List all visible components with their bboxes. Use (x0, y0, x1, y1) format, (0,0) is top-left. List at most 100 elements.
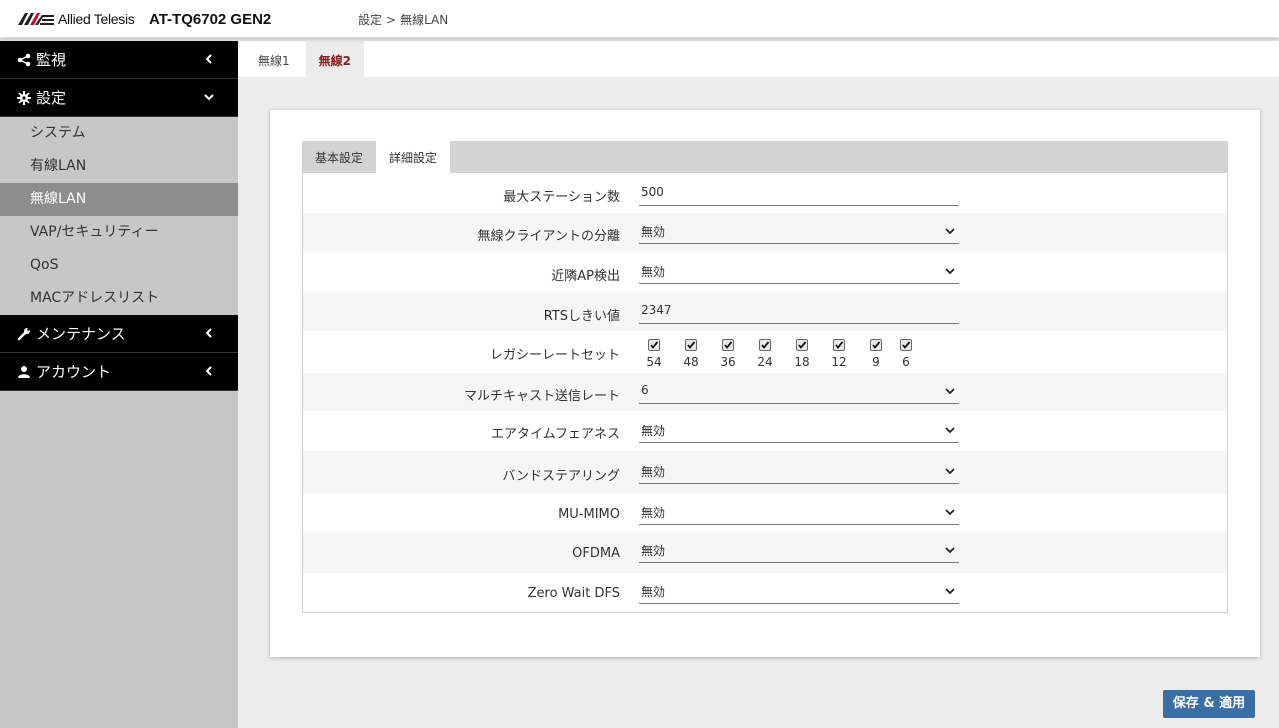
legacy-rate-checkbox-6[interactable] (900, 339, 912, 351)
sidebar-section-account[interactable]: アカウント (0, 353, 238, 391)
multicast-rate-select[interactable]: 6 (639, 380, 959, 404)
check-icon (871, 340, 881, 350)
wrench-icon (16, 326, 32, 342)
legacy-rate-checkbox-54[interactable] (648, 339, 660, 351)
sidebar-item-system[interactable]: システム (0, 117, 238, 150)
legacy-rate-label: 36 (716, 355, 740, 369)
legacy-rate-label: 18 (790, 355, 814, 369)
sidebar: 監視 設定 システム 有線LAN 無線LAN VAP/セキュリティー QoS M… (0, 41, 238, 728)
check-icon (901, 340, 911, 350)
form-row-mu-mimo: MU-MIMO 無効 (303, 494, 1227, 532)
chevron-down-icon (944, 585, 956, 597)
share-icon (16, 52, 32, 68)
chevron-left-icon (202, 326, 216, 340)
ofdma-value: 無効 (641, 542, 665, 559)
form-row-max-stations: 最大ステーション数 500 (303, 173, 1227, 213)
sidebar-section-settings[interactable]: 設定 (0, 79, 238, 117)
form-row-band-steering: バンドステアリング 無効 (303, 451, 1227, 494)
client-isolation-select[interactable]: 無効 (639, 220, 959, 244)
tab-basic-settings[interactable]: 基本設定 (302, 141, 376, 173)
form-row-airtime-fairness: エアタイムフェアネス 無効 (303, 411, 1227, 451)
client-isolation-label: 無線クライアントの分離 (478, 225, 620, 244)
form-row-multicast-rate: マルチキャスト送信レート 6 (303, 373, 1227, 411)
chevron-left-icon (202, 52, 216, 66)
sidebar-item-mac-address-list[interactable]: MACアドレスリスト (0, 282, 238, 315)
zero-wait-dfs-value: 無効 (641, 583, 665, 600)
logo-text: Allied Telesis (58, 11, 134, 27)
sidebar-item-wireless-lan[interactable]: 無線LAN (0, 183, 238, 216)
band-steering-value: 無効 (641, 463, 665, 480)
ofdma-label: OFDMA (572, 546, 620, 561)
neighbor-ap-select[interactable]: 無効 (639, 260, 959, 284)
ofdma-select[interactable]: 無効 (639, 539, 959, 563)
airtime-fairness-label: エアタイムフェアネス (491, 423, 620, 442)
breadcrumb-separator: > (386, 13, 396, 27)
allied-telesis-logo-icon (18, 12, 54, 26)
tab-advanced-settings[interactable]: 詳細設定 (376, 141, 450, 173)
legacy-rate-label: 48 (679, 355, 703, 369)
zero-wait-dfs-label: Zero Wait DFS (528, 586, 620, 601)
tab-radio-1[interactable]: 無線1 (238, 41, 306, 77)
check-icon (723, 340, 733, 350)
mu-mimo-label: MU-MIMO (558, 507, 620, 522)
sidebar-section-monitor[interactable]: 監視 (0, 41, 238, 79)
max-stations-value: 500 (641, 185, 664, 199)
check-icon (834, 340, 844, 350)
legacy-rate-checkbox-36[interactable] (722, 339, 734, 351)
check-icon (686, 340, 696, 350)
legacy-rate-label: 54 (642, 355, 666, 369)
chevron-down-icon (944, 465, 956, 477)
form-row-client-isolation: 無線クライアントの分離 無効 (303, 213, 1227, 252)
breadcrumb-item-wireless-lan: 無線LAN (400, 13, 448, 27)
max-stations-input[interactable]: 500 (639, 182, 959, 206)
sidebar-item-qos[interactable]: QoS (0, 249, 238, 282)
chevron-down-icon (202, 90, 216, 104)
sidebar-section-label: アカウント (36, 361, 111, 382)
band-steering-label: バンドステアリング (502, 465, 620, 484)
rts-label: RTSしきい値 (544, 305, 620, 324)
legacy-rate-checkbox-9[interactable] (870, 339, 882, 351)
device-name: AT-TQ6702 GEN2 (149, 11, 271, 28)
legacy-rate-label: 6 (894, 355, 918, 369)
form-row-zero-wait-dfs: Zero Wait DFS 無効 (303, 573, 1227, 612)
form-row-rts: RTSしきい値 2347 (303, 292, 1227, 331)
chevron-down-icon (944, 225, 956, 237)
rts-threshold-input[interactable]: 2347 (639, 300, 959, 324)
legacy-rate-checkbox-12[interactable] (833, 339, 845, 351)
client-isolation-value: 無効 (641, 223, 665, 240)
radio-tabs: 無線1 無線2 (238, 41, 1279, 77)
header-bar: Allied Telesis AT-TQ6702 GEN2 設定>無線LAN (0, 0, 1279, 38)
sidebar-section-label: メンテナンス (36, 323, 126, 344)
main-content: 無線1 無線2 基本設定 詳細設定 最大ステーション数 500 無線クライアント… (238, 41, 1279, 728)
check-icon (797, 340, 807, 350)
user-icon (16, 364, 32, 380)
check-icon (649, 340, 659, 350)
multicast-rate-value: 6 (641, 383, 649, 397)
legacy-rate-checkbox-24[interactable] (759, 339, 771, 351)
legacy-rate-label: 9 (864, 355, 888, 369)
advanced-settings-form: 最大ステーション数 500 無線クライアントの分離 無効 近隣AP検出 無効 R… (302, 173, 1228, 613)
legacy-rate-label: 24 (753, 355, 777, 369)
tab-radio-2[interactable]: 無線2 (306, 41, 364, 77)
allied-telesis-logo: Allied Telesis (18, 11, 134, 27)
neighbor-ap-value: 無効 (641, 263, 665, 280)
form-row-neighbor-ap: 近隣AP検出 無効 (303, 252, 1227, 292)
band-steering-select[interactable]: 無効 (639, 460, 959, 484)
sidebar-section-maintenance[interactable]: メンテナンス (0, 315, 238, 353)
legacy-rate-checkbox-18[interactable] (796, 339, 808, 351)
sidebar-item-wired-lan[interactable]: 有線LAN (0, 150, 238, 183)
settings-card: 基本設定 詳細設定 最大ステーション数 500 無線クライアントの分離 無効 近… (270, 110, 1260, 657)
zero-wait-dfs-select[interactable]: 無効 (639, 580, 959, 604)
rts-value: 2347 (641, 303, 672, 317)
airtime-fairness-select[interactable]: 無効 (639, 419, 959, 443)
chevron-left-icon (202, 364, 216, 378)
legacy-rate-checkbox-48[interactable] (685, 339, 697, 351)
max-stations-label: 最大ステーション数 (503, 186, 620, 205)
airtime-fairness-value: 無効 (641, 422, 665, 439)
sidebar-section-label: 監視 (36, 49, 66, 70)
chevron-down-icon (944, 265, 956, 277)
save-apply-button[interactable]: 保存 & 適用 (1163, 690, 1255, 718)
settings-tabs: 基本設定 詳細設定 (302, 141, 1228, 173)
sidebar-item-vap-security[interactable]: VAP/セキュリティー (0, 216, 238, 249)
mu-mimo-select[interactable]: 無効 (639, 501, 959, 525)
